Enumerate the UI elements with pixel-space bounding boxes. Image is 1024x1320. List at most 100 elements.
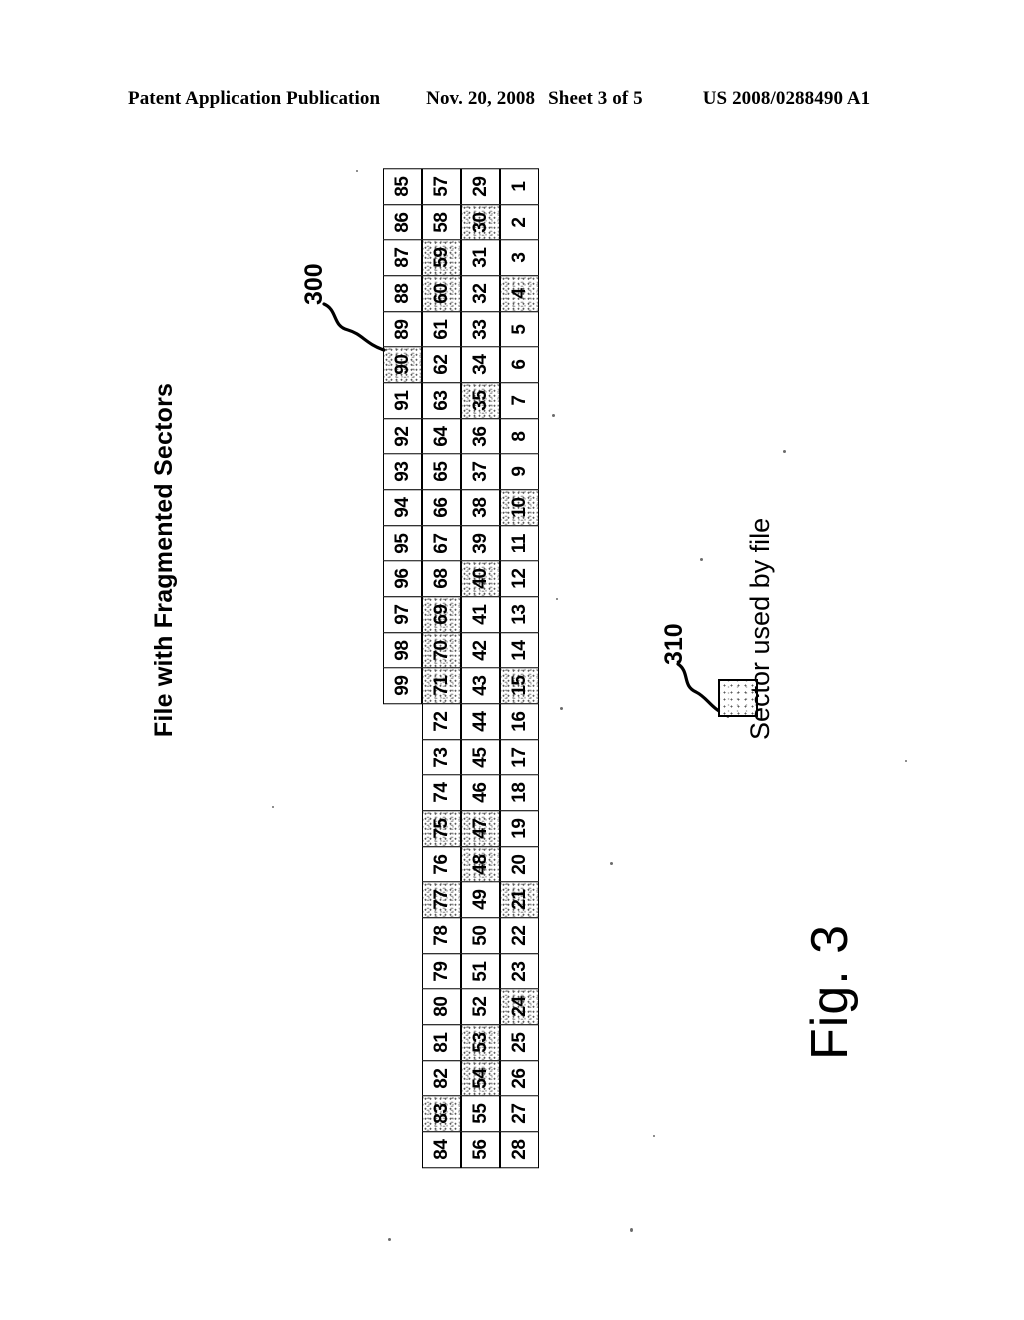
- sector-cell: 23: [500, 952, 539, 991]
- sector-cell: 18: [500, 774, 539, 812]
- reference-numeral-310: 310: [660, 623, 688, 665]
- sector-cell: 52: [461, 988, 500, 1026]
- sector-cell: 37: [461, 453, 500, 491]
- sector-cell: 99: [383, 667, 422, 705]
- scan-speckle: [388, 1238, 391, 1241]
- sector-cell: 74: [422, 774, 461, 812]
- sector-cell: 73: [422, 738, 461, 777]
- sector-cell: 54: [461, 1059, 500, 1098]
- sector-cell: 16: [500, 703, 539, 741]
- scan-speckle: [356, 170, 358, 172]
- sector-cell: 86: [383, 203, 422, 241]
- sector-cell: 36: [461, 417, 500, 455]
- sector-cell: 64: [422, 417, 461, 455]
- sector-cell: 22: [500, 917, 539, 955]
- sector-cell: 7: [500, 382, 539, 420]
- sector-cell: 51: [461, 952, 500, 991]
- sector-cell: 26: [500, 1059, 539, 1098]
- sector-cell: 32: [461, 275, 500, 313]
- sector-cell: 27: [500, 1095, 539, 1133]
- reference-numeral-300: 300: [300, 263, 328, 305]
- sector-cell: 8: [500, 417, 539, 455]
- sector-cell: 81: [422, 1024, 461, 1062]
- sector-cell: 33: [461, 310, 500, 348]
- sector-cell: 31: [461, 239, 500, 277]
- sector-cell: 20: [500, 845, 539, 884]
- sector-cell: 41: [461, 596, 500, 634]
- scan-speckle: [653, 1135, 655, 1137]
- scan-speckle: [905, 760, 907, 762]
- sector-cell: 53: [461, 1024, 500, 1062]
- scan-speckle: [560, 707, 563, 710]
- sector-cell: 67: [422, 524, 461, 562]
- sector-cell: 93: [383, 453, 422, 491]
- sector-cell: 63: [422, 382, 461, 420]
- sector-cell: 94: [383, 489, 422, 527]
- sector-cell: 78: [422, 917, 461, 955]
- sector-cell: 76: [422, 845, 461, 884]
- sector-cell: 44: [461, 703, 500, 741]
- sector-cell: 60: [422, 275, 461, 313]
- sector-cell: 11: [500, 524, 539, 562]
- scan-speckle: [783, 450, 786, 453]
- sector-cell: 2: [500, 203, 539, 241]
- sector-cell: 17: [500, 738, 539, 777]
- sector-cell: 24: [500, 988, 539, 1026]
- sector-cell: 82: [422, 1059, 461, 1098]
- sector-grid-container: 1 2 3 4 5 6 7 8 9 10 11 12 13 14 15 16 17 18 19 20 21 22 23 24 2…: [383, 168, 539, 1212]
- sector-cell: 4: [500, 275, 539, 313]
- sector-cell: 84: [422, 1131, 461, 1169]
- sector-cell: 70: [422, 631, 461, 669]
- sector-cell: 68: [422, 560, 461, 598]
- sector-cell: 19: [500, 810, 539, 848]
- sector-cell: 79: [422, 952, 461, 991]
- sector-cell: 35: [461, 382, 500, 420]
- sector-cell: 13: [500, 596, 539, 634]
- sector-cell: 85: [383, 168, 422, 206]
- sector-cell: 61: [422, 310, 461, 348]
- sector-cell: 9: [500, 453, 539, 491]
- figure-title: File with Fragmented Sectors: [150, 382, 178, 738]
- sector-cell: 75: [422, 810, 461, 848]
- scan-speckle: [272, 806, 274, 808]
- leader-line-300: [322, 302, 386, 352]
- sector-cell: 80: [422, 988, 461, 1026]
- sector-cell: 71: [422, 667, 461, 705]
- sector-column: 57 58 59 60 61 62 63 64 65 66 67 68 69 70 71 72 73 74 75 76…: [422, 168, 461, 1212]
- scan-speckle: [556, 598, 558, 600]
- sector-cell: 66: [422, 489, 461, 527]
- sector-cell: 14: [500, 631, 539, 669]
- sector-cell: 1: [500, 168, 539, 206]
- scan-speckle: [610, 862, 613, 865]
- sector-cell: 12: [500, 560, 539, 598]
- scan-speckle: [552, 414, 555, 417]
- sector-cell: 6: [500, 346, 539, 384]
- sector-cell: 96: [383, 560, 422, 598]
- figure-caption: Fig. 3: [801, 923, 859, 1060]
- sector-cell: 40: [461, 560, 500, 598]
- sector-cell: 72: [422, 703, 461, 741]
- sector-cell: 97: [383, 596, 422, 634]
- scan-speckle: [630, 1228, 633, 1232]
- sector-cell: 46: [461, 774, 500, 812]
- sector-cell: 49: [461, 881, 500, 919]
- sector-cell: 43: [461, 667, 500, 705]
- sector-cell: 34: [461, 346, 500, 384]
- sector-cell: 59: [422, 239, 461, 277]
- sector-cell: 21: [500, 881, 539, 919]
- sector-cell: 30: [461, 203, 500, 241]
- sector-cell: 98: [383, 631, 422, 669]
- sector-cell: 87: [383, 239, 422, 277]
- sector-cell: 15: [500, 667, 539, 705]
- sector-cell: 62: [422, 346, 461, 384]
- sector-cell: 91: [383, 382, 422, 420]
- sector-cell: 65: [422, 453, 461, 491]
- sector-cell: 5: [500, 310, 539, 348]
- sector-cell: 10: [500, 489, 539, 527]
- sector-cell: 38: [461, 489, 500, 527]
- sector-cell: 57: [422, 168, 461, 206]
- sector-cell: 95: [383, 524, 422, 562]
- sector-cell: 45: [461, 738, 500, 777]
- sector-cell: 3: [500, 239, 539, 277]
- sector-cell: 39: [461, 524, 500, 562]
